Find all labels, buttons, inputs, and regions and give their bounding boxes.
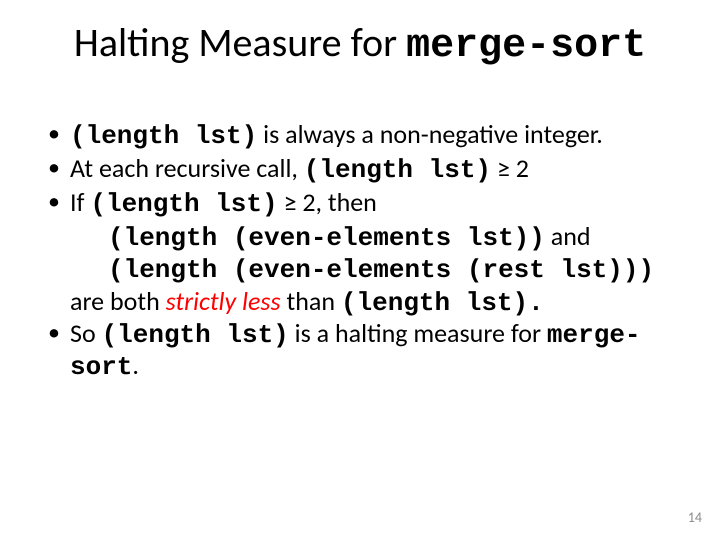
indent-1-tail: and <box>545 220 591 252</box>
after-mid: than <box>281 285 341 317</box>
title-text: Halting Measure for <box>74 18 406 67</box>
bullet-3-code: (length lst) <box>90 189 277 219</box>
page-number: 14 <box>688 509 702 526</box>
indent-line-2: (length (even-elements (rest lst))) <box>108 254 676 286</box>
bullet-4-tail: . <box>132 349 139 381</box>
slide-title: Halting Measure for merge-sort <box>0 18 720 69</box>
after-indent-line: are both strictly less than (length lst)… <box>70 287 676 319</box>
bullet-1-code: (length lst) <box>70 121 257 151</box>
indent-line-1: (length (even-elements lst)) and <box>108 222 676 254</box>
after-code: (length lst). <box>341 288 544 318</box>
bullet-4-head: So <box>70 317 102 349</box>
bullet-3-tail: ≥ 2, then <box>278 186 377 218</box>
title-code: merge-sort <box>406 24 646 69</box>
slide: Halting Measure for merge-sort (length l… <box>0 0 720 540</box>
bullet-4: So (length lst) is a halting measure for… <box>44 319 676 383</box>
bullet-3-head: If <box>70 186 90 218</box>
bullet-3: If (length lst) ≥ 2, then <box>44 188 676 220</box>
indent-2-code: (length (even-elements (rest lst))) <box>108 255 654 285</box>
bullet-2-tail: ≥ 2 <box>491 152 529 184</box>
after-head: are both <box>70 285 166 317</box>
slide-body: (length lst) is always a non-negative in… <box>44 120 676 385</box>
bullet-2-head: At each recursive call, <box>70 152 304 184</box>
bullet-4-mid: is a halting measure for <box>289 317 547 349</box>
bullet-4-code: (length lst) <box>102 320 289 350</box>
indent-1-code: (length (even-elements lst)) <box>108 223 545 253</box>
after-red: strictly less <box>166 285 281 317</box>
bullet-2-code: (length lst) <box>304 155 491 185</box>
bullet-1-tail: is always a non-negative integer. <box>257 118 603 150</box>
indent-block: (length (even-elements lst)) and (length… <box>108 222 676 286</box>
bullet-2: At each recursive call, (length lst) ≥ 2 <box>44 154 676 186</box>
bullet-1: (length lst) is always a non-negative in… <box>44 120 676 152</box>
